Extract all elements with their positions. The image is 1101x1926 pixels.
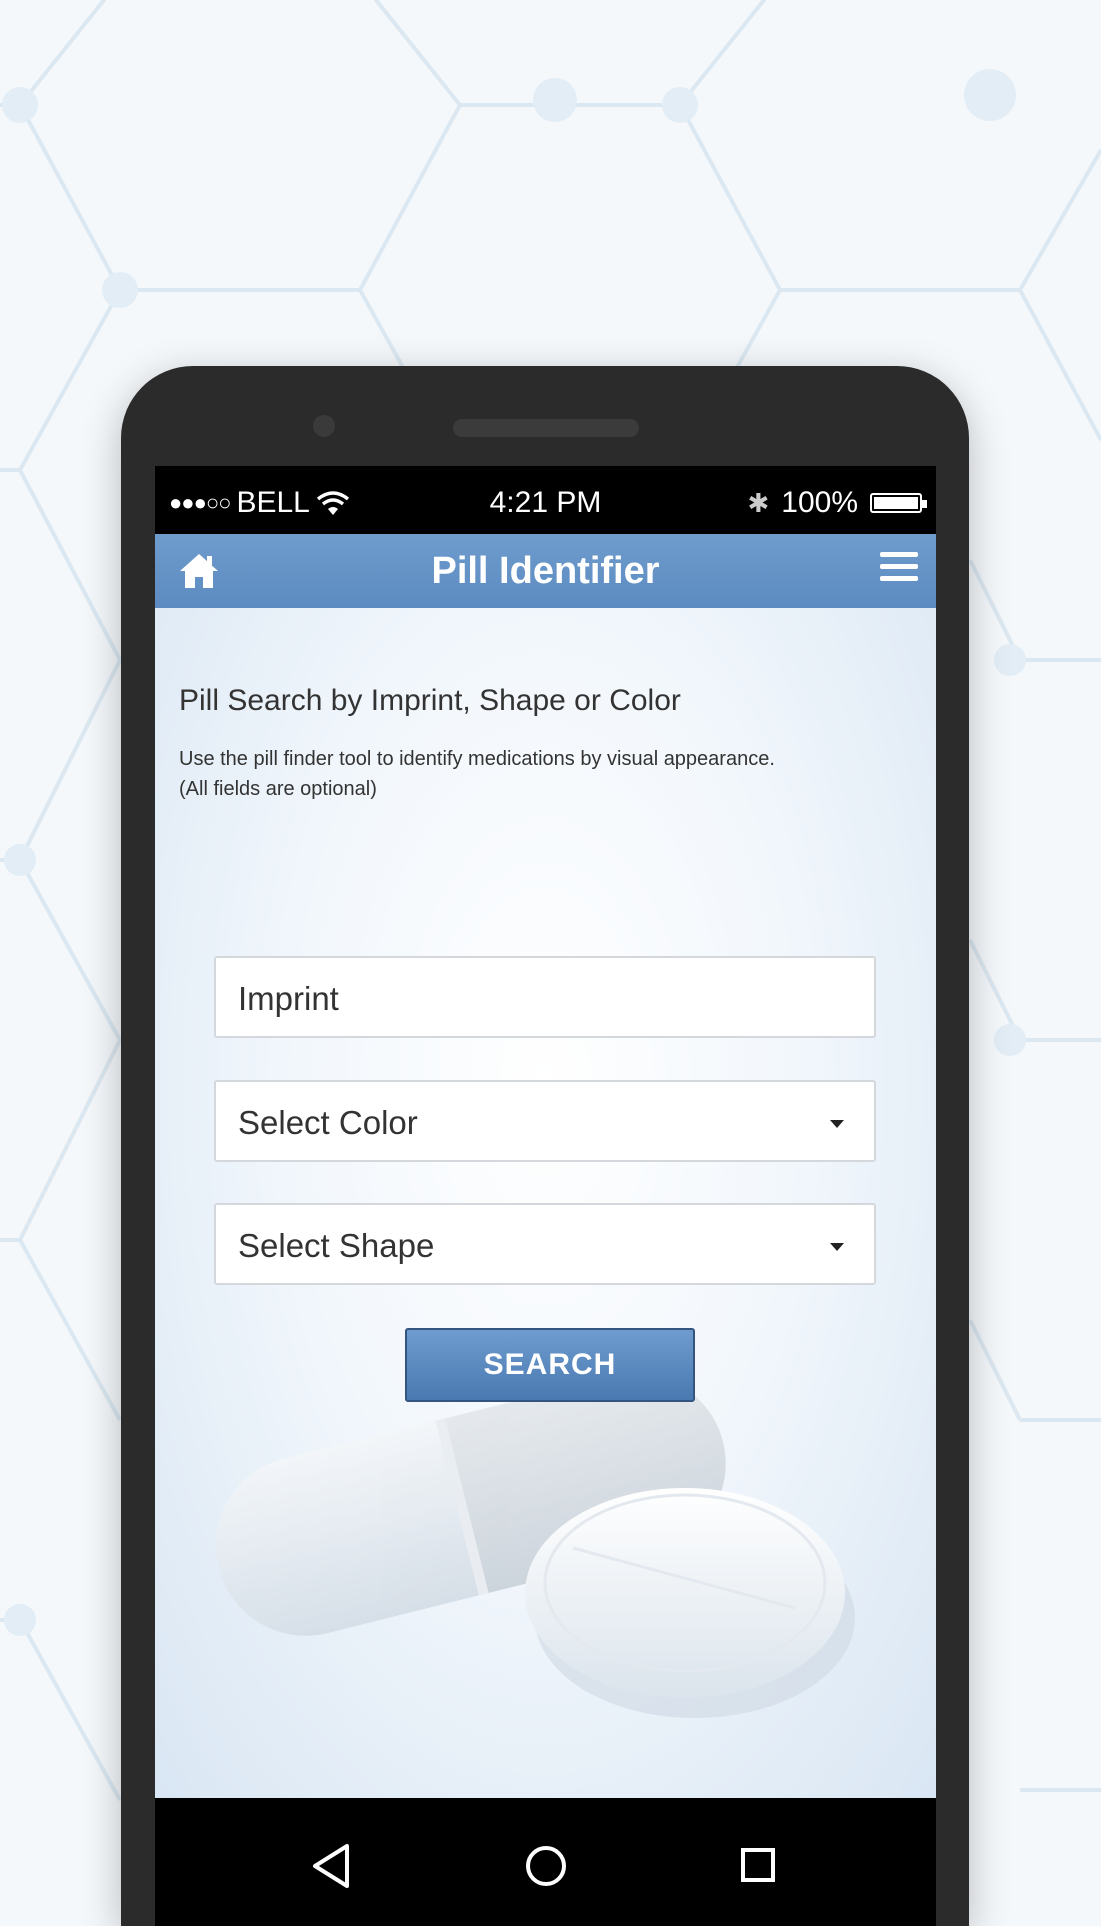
menu-icon xyxy=(880,552,918,581)
optional-note: (All fields are optional) xyxy=(179,778,377,800)
status-bar: ●●●○○ BELL 4:21 PM ✱ 100% xyxy=(155,466,936,534)
phone-screen: ●●●○○ BELL 4:21 PM ✱ 100% Pill Identifie… xyxy=(155,466,936,1926)
back-button[interactable] xyxy=(303,1836,363,1896)
bluetooth-icon: ✱ xyxy=(747,487,770,518)
recents-icon xyxy=(741,1848,775,1882)
recents-button[interactable] xyxy=(728,1836,788,1896)
status-right: ✱ 100% xyxy=(747,486,927,520)
page-title: Pill Search by Imprint, Shape or Color xyxy=(179,684,681,717)
color-select[interactable]: Select Color xyxy=(214,1080,876,1162)
earpiece-speaker xyxy=(453,419,639,437)
back-icon xyxy=(313,1844,349,1888)
color-select-label: Select Color xyxy=(238,1104,418,1141)
home-nav-button[interactable] xyxy=(516,1836,576,1896)
page-description: Use the pill finder tool to identify med… xyxy=(179,744,899,804)
navigation-bar xyxy=(155,1798,936,1926)
main-content: Pill Search by Imprint, Shape or Color U… xyxy=(155,608,936,1798)
shape-select[interactable]: Select Shape xyxy=(214,1203,876,1285)
imprint-placeholder: Imprint xyxy=(238,980,339,1017)
shape-select-label: Select Shape xyxy=(238,1227,435,1264)
home-circle-icon xyxy=(526,1846,566,1886)
phone-frame: ●●●○○ BELL 4:21 PM ✱ 100% Pill Identifie… xyxy=(121,366,969,1926)
battery-percent: 100% xyxy=(781,486,858,519)
chevron-down-icon xyxy=(830,1120,844,1128)
front-camera xyxy=(313,415,335,437)
imprint-input[interactable]: Imprint xyxy=(214,956,876,1038)
battery-icon xyxy=(870,493,927,513)
chevron-down-icon xyxy=(830,1243,844,1251)
app-header: Pill Identifier xyxy=(155,534,936,608)
description-line: Use the pill finder tool to identify med… xyxy=(179,748,775,770)
menu-button[interactable] xyxy=(880,552,918,588)
search-button[interactable]: SEARCH xyxy=(405,1328,695,1402)
app-title: Pill Identifier xyxy=(431,550,660,592)
